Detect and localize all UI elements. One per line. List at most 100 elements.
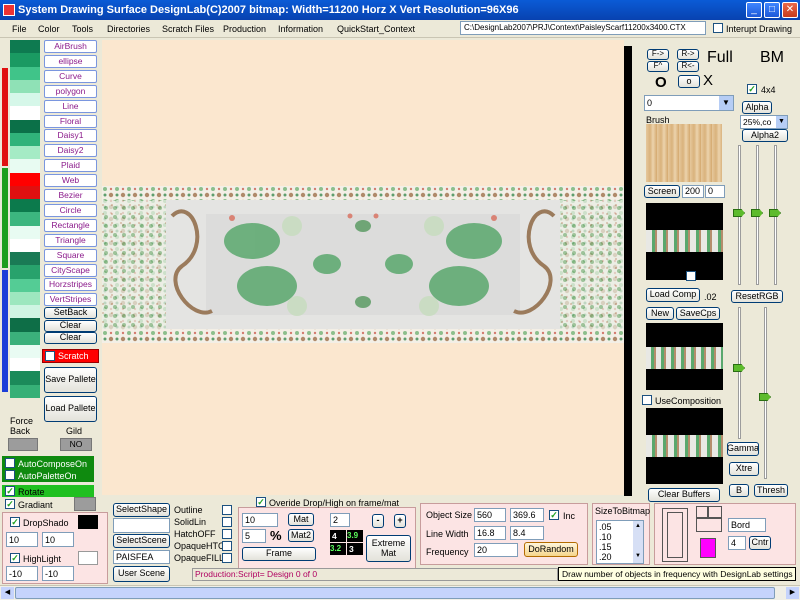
palette-swatch[interactable] [10,252,40,266]
clear-button-1[interactable]: Clear [44,320,97,332]
scroll-right-icon[interactable]: ▶ [786,587,799,599]
shape-button-airbrush[interactable]: AirBrush [44,40,97,53]
list-scroll-arrows[interactable]: ▲ ▼ [633,521,643,563]
size-to-bitmap-list[interactable]: .05 .10 .15 .20 ▲ ▼ [596,520,644,564]
color-palette[interactable] [10,40,40,399]
object-size-width-field[interactable]: 560 [474,508,506,522]
palette-swatch[interactable] [10,384,40,399]
red-channel-bar[interactable] [2,68,8,166]
do-random-button[interactable]: DoRandom [524,542,578,557]
palette-swatch[interactable] [10,79,40,94]
border-cell-3[interactable] [696,518,722,532]
gamma-slider-track[interactable] [738,307,741,439]
option-checkbox-outline[interactable] [222,505,232,515]
load-comp-button[interactable]: Load Comp [646,288,700,302]
dropshadow-color-swatch[interactable] [78,515,98,529]
shape-button-daisy2[interactable]: Daisy2 [44,144,97,158]
user-scene-button[interactable]: User Scene [113,566,170,582]
menu-file[interactable]: File [12,24,27,34]
shape-button-square[interactable]: Square [44,248,97,262]
brush-texture-preview[interactable] [646,124,722,182]
frame-button[interactable]: Frame [242,547,316,561]
palette-swatch[interactable] [10,40,40,54]
scroll-left-icon[interactable]: ◀ [1,587,14,599]
flip-up-button[interactable]: F^ [647,61,669,72]
mat2-button[interactable]: Mat2 [288,529,314,542]
line-width-field-1[interactable]: 16.8 [474,526,506,540]
save-cps-button[interactable]: SaveCps [676,307,720,320]
highlight-y-field[interactable]: -10 [42,566,74,581]
gradiant-checkbox[interactable]: ✓ [5,499,15,509]
palette-swatch[interactable] [10,159,40,174]
palette-swatch[interactable] [10,371,40,386]
force-back-swatch[interactable] [8,438,38,451]
menu-directories[interactable]: Directories [107,24,150,34]
clear-button-2[interactable]: Clear [44,332,97,344]
screen-preview[interactable] [646,203,723,280]
palette-swatch[interactable] [10,331,40,346]
shape-button-daisy1[interactable]: Daisy1 [44,129,97,143]
palette-swatch[interactable] [10,358,40,372]
extreme-value-3[interactable]: 3 [347,543,363,555]
thresh-button[interactable]: Thresh [754,484,788,497]
palette-swatch[interactable] [10,185,40,200]
gamma-button[interactable]: Gamma [727,442,759,456]
mat-number-field[interactable]: 2 [330,513,350,527]
composition-preview[interactable] [646,323,723,390]
mat-value-1[interactable]: 10 [242,513,278,527]
menu-color[interactable]: Color [38,24,60,34]
shape-button-horzstripes[interactable]: Horzstripes [44,278,97,292]
increase-button[interactable]: + [394,514,406,528]
override-checkbox[interactable]: ✓ [256,497,266,507]
o-large-label[interactable]: O [655,74,667,91]
line-width-field-2[interactable]: 8.4 [510,526,544,540]
palette-swatch[interactable] [10,146,40,160]
frequency-field[interactable]: 20 [474,543,518,557]
palette-swatch[interactable] [10,238,40,253]
autopalette-checkbox[interactable] [5,470,15,480]
palette-swatch[interactable] [10,93,40,107]
shape-button-curve[interactable]: Curve [44,69,97,83]
shape-button-vertstripes[interactable]: VertStripes [44,293,97,307]
rotate-right-button[interactable]: R-> [677,49,699,60]
use-composition-checkbox[interactable] [642,395,652,405]
maximize-button[interactable]: □ [764,2,780,18]
shape-name-field[interactable] [113,518,170,533]
inc-checkbox[interactable]: ✓ [549,510,559,520]
b-button[interactable]: B [729,484,749,497]
cntr-field[interactable]: 4 [728,536,746,550]
menu-scratch-files[interactable]: Scratch Files [162,24,214,34]
menu-production[interactable]: Production [223,24,266,34]
highlight-x-field[interactable]: -10 [6,566,38,581]
extreme-value-3-9[interactable]: 3.9 [347,530,363,542]
border-cell-2[interactable] [708,506,722,518]
horizontal-scrollbar[interactable]: ◀ ▶ [0,585,800,600]
new-button[interactable]: New [646,307,674,320]
palette-swatch[interactable] [10,66,40,81]
decrease-button[interactable]: - [372,514,384,528]
menu-quickstart-context[interactable]: QuickStart_Context [337,24,415,34]
interrupt-drawing-checkbox[interactable] [713,23,723,33]
dropshadow-y-field[interactable]: 10 [42,532,74,547]
green-channel-bar[interactable] [2,168,8,268]
screen-value-2[interactable]: 0 [705,185,725,198]
extreme-value-4[interactable]: 4 [330,530,346,542]
alpha2-button[interactable]: Alpha2 [742,129,788,142]
cpy-checkbox[interactable] [686,271,696,281]
shape-button-rectangle[interactable]: Rectangle [44,218,97,232]
screen-value-1[interactable]: 200 [682,185,704,198]
shape-button-cityscape[interactable]: CityScape [44,263,97,277]
border-color-swatch[interactable] [700,538,716,558]
extreme-value-3-2[interactable]: 3.2 [330,543,346,555]
palette-swatch[interactable] [10,291,40,306]
blue-channel-bar[interactable] [2,270,8,392]
palette-swatch[interactable] [10,225,40,240]
object-size-height-field[interactable]: 369.6 [510,508,544,522]
cntr-button[interactable]: Cntr [749,536,771,550]
shape-button-triangle[interactable]: Triangle [44,233,97,247]
option-checkbox-opaquehtc[interactable] [222,541,232,551]
dropshadow-checkbox[interactable]: ✓ [10,517,20,527]
mat-value-2[interactable]: 5 [242,529,266,543]
shape-button-ellipse[interactable]: ellipse [44,54,97,68]
menu-tools[interactable]: Tools [72,24,93,34]
